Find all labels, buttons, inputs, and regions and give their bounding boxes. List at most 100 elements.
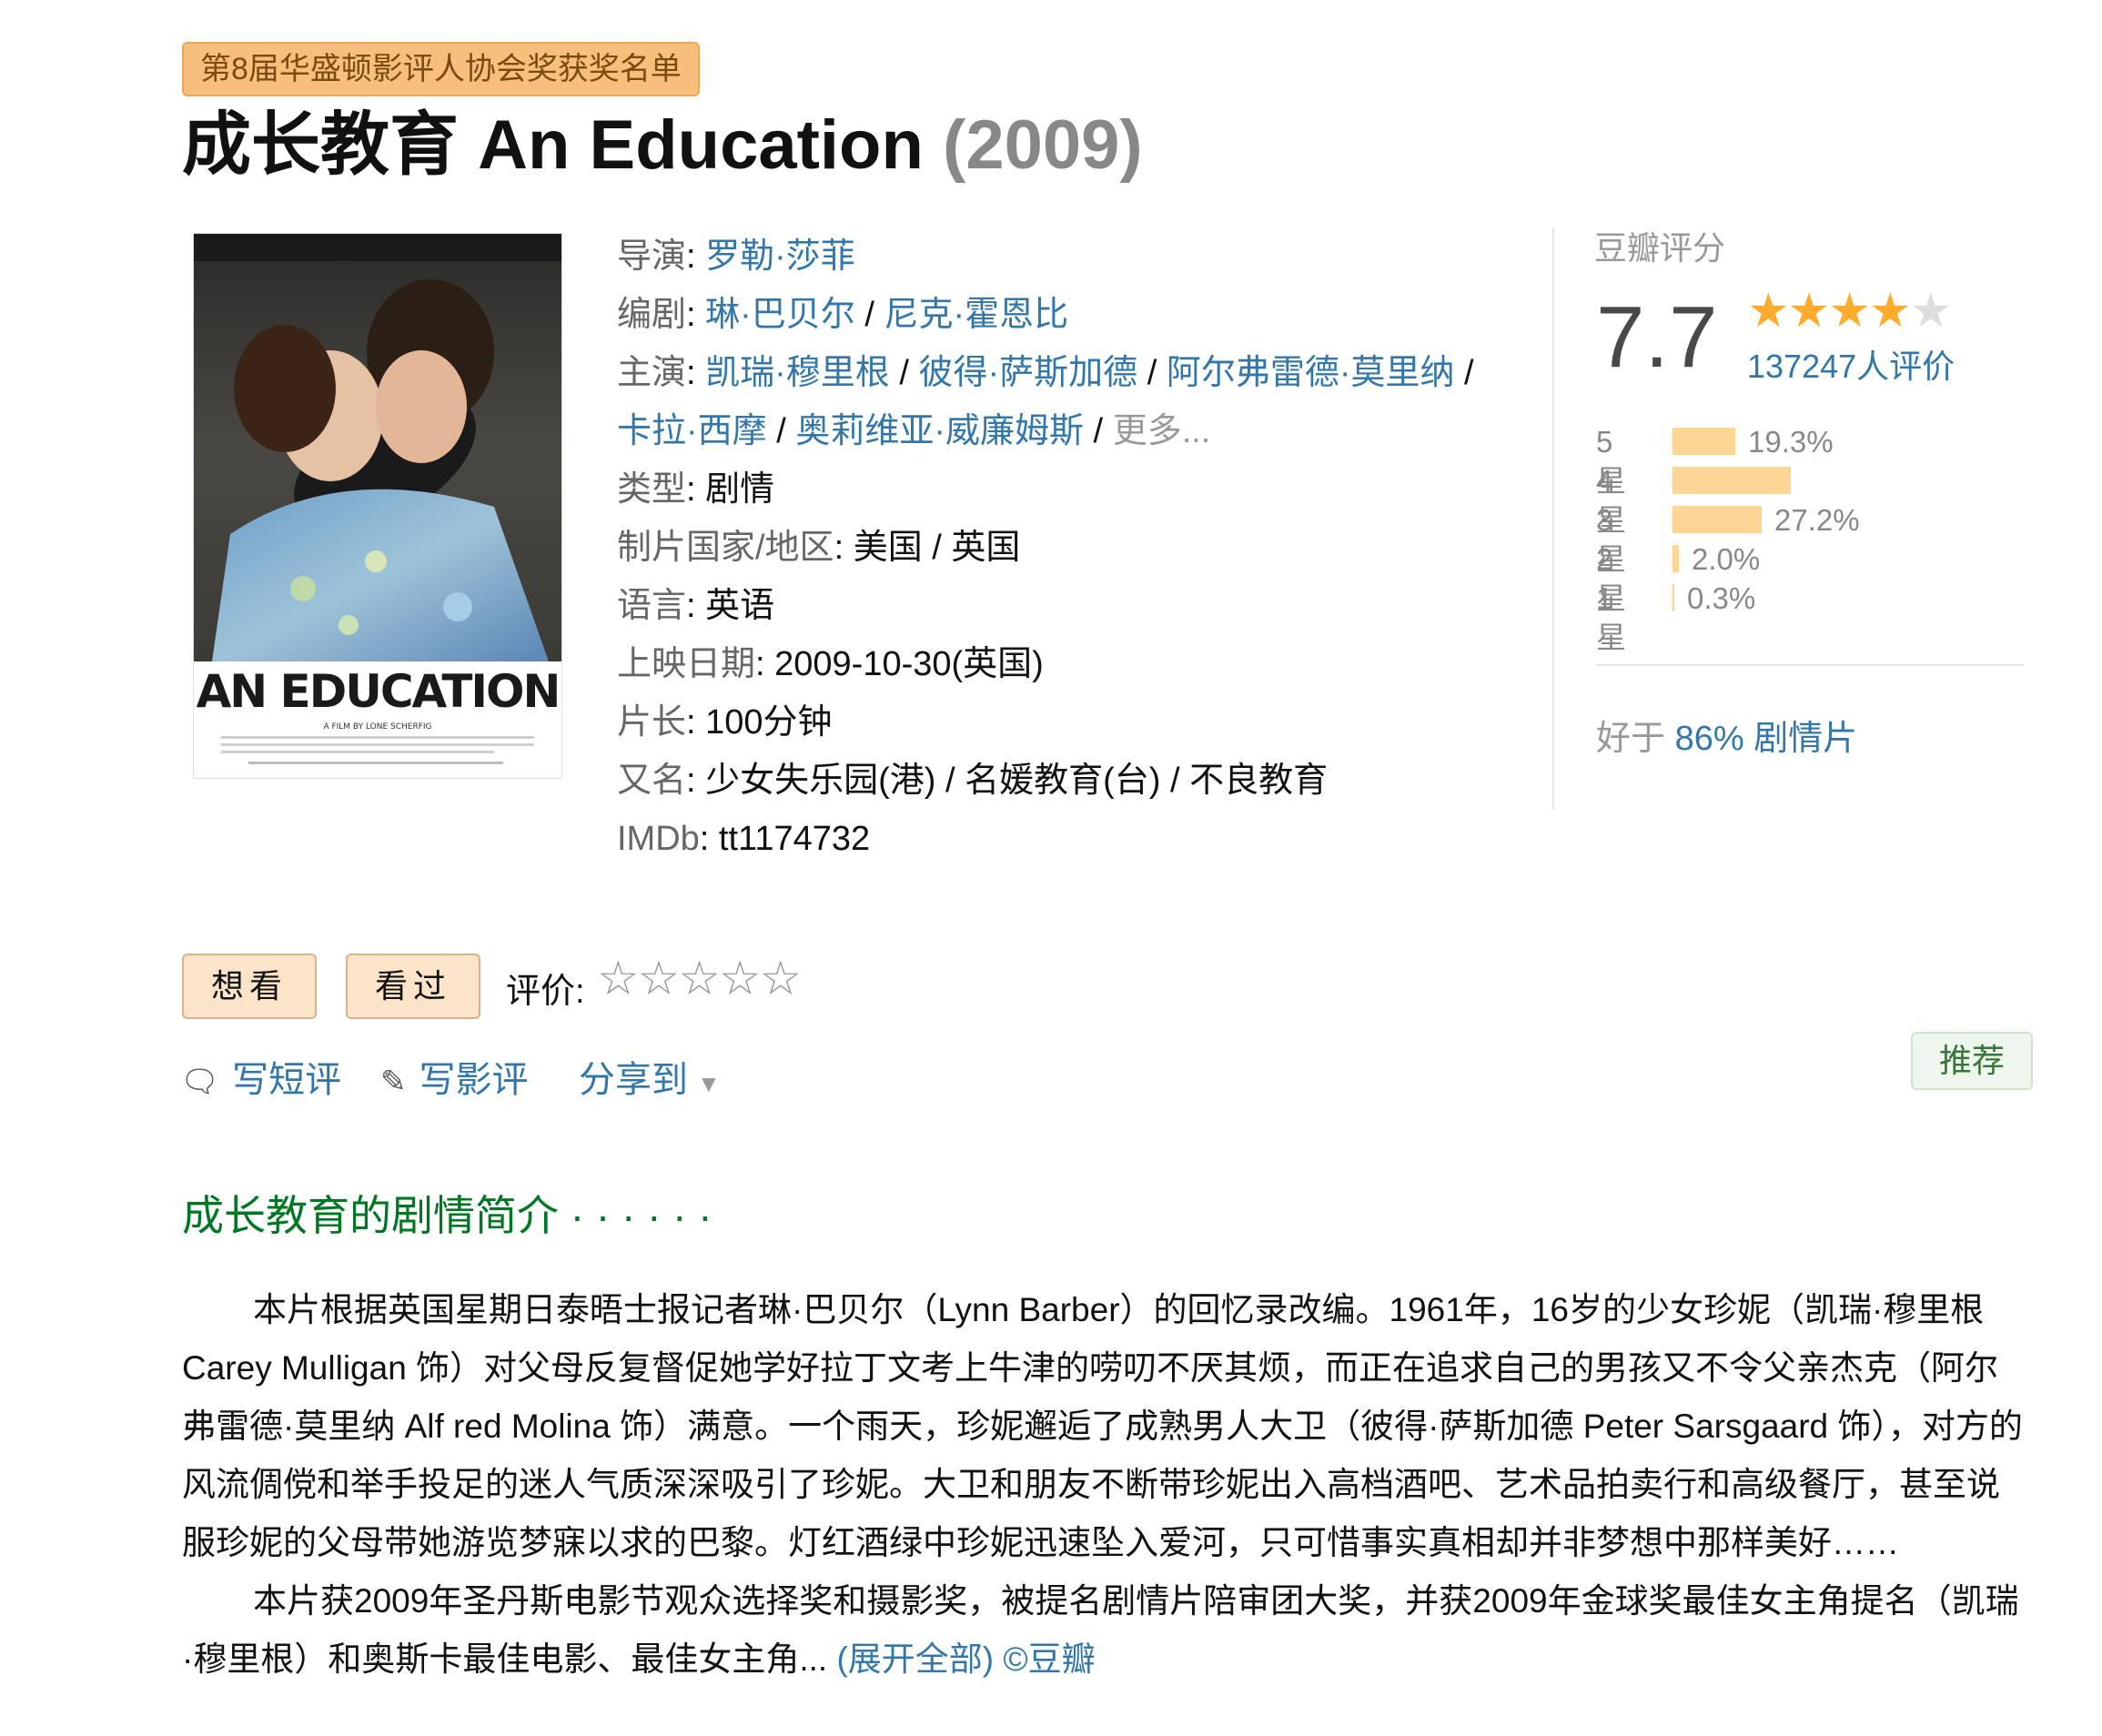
rate-stars-input[interactable]: ☆☆☆☆☆ — [597, 952, 802, 1006]
country-value: 美国 / 英国 — [853, 529, 1021, 567]
better-prefix: 好于 — [1596, 720, 1666, 758]
watched-button[interactable]: 看过 — [346, 954, 480, 1019]
rating-panel: 豆瓣评分 7.7 ★★★★★ 137247人评价 5星 19.3% 4星 3星 27.2… — [1552, 227, 2067, 810]
cast-link[interactable]: 卡拉·西摩 — [617, 412, 767, 450]
cast-row-continued: 卡拉·西摩 / 奥莉维亚·威廉姆斯 / 更多... — [617, 402, 1527, 460]
separator: / — [1454, 354, 1474, 392]
summary-paragraph: 本片根据英国星期日泰晤士报记者琳·巴贝尔（Lynn Barber）的回忆录改编。… — [182, 1291, 2023, 1561]
director-link[interactable]: 罗勒·莎菲 — [705, 237, 855, 276]
source-link[interactable]: ©豆瓣 — [1003, 1640, 1095, 1678]
cast-row: 主演: 凯瑞·穆里根 / 彼得·萨斯加德 / 阿尔弗雷德·莫里纳 / — [617, 344, 1527, 402]
separator: / — [1084, 412, 1113, 450]
rating-percent: 27.2% — [1774, 503, 1860, 537]
genre-row: 类型: 剧情 — [617, 460, 1527, 519]
rating-bar — [1673, 467, 1791, 494]
write-short-label: 写短评 — [232, 1060, 342, 1100]
rating-label: 豆瓣评分 — [1594, 229, 1726, 267]
rating-percent: 2.0% — [1692, 542, 1761, 576]
colon: : — [686, 703, 706, 742]
release-label: 上映日期 — [617, 645, 756, 683]
title-en: An Education — [478, 106, 924, 184]
pencil-icon: ✎ — [380, 1065, 407, 1099]
rating-score: 7.7 — [1596, 288, 1718, 386]
imdb-label: IMDb — [617, 820, 700, 858]
writer-link[interactable]: 尼克·霍恩比 — [884, 296, 1068, 334]
share-label: 分享到 — [579, 1060, 688, 1100]
aka-row: 又名: 少女失乐园(港) / 名媛教育(台) / 不良教育 — [617, 752, 1527, 810]
separator: / — [889, 354, 919, 392]
divider — [1596, 664, 2024, 666]
star-filled-icon: ★ — [1868, 285, 1912, 338]
better-link[interactable]: 86% 剧情片 — [1675, 720, 1858, 758]
cast-label: 主演 — [617, 354, 687, 392]
country-row: 制片国家/地区: 美国 / 英国 — [617, 519, 1527, 577]
rating-stars: ★★★★★ — [1747, 284, 1952, 338]
rating-bar — [1673, 506, 1762, 533]
cast-link[interactable]: 彼得·萨斯加德 — [918, 354, 1137, 392]
runtime-row: 片长: 100分钟 — [617, 693, 1527, 752]
writer-link[interactable]: 琳·巴贝尔 — [705, 296, 855, 334]
language-value: 英语 — [705, 587, 775, 625]
want-to-watch-button[interactable]: 想看 — [182, 954, 317, 1019]
summary-heading: 成长教育的剧情简介 · · · · · · — [182, 1192, 712, 1239]
country-label: 制片国家/地区 — [617, 529, 834, 567]
separator: / — [766, 412, 796, 450]
cast-link[interactable]: 凯瑞·穆里根 — [705, 354, 890, 392]
poster-title-text: AN EDUCATION — [197, 665, 560, 718]
rating-votes-link[interactable]: 137247人评价 — [1747, 340, 1955, 388]
better-pct: 86% — [1674, 720, 1744, 758]
colon: : — [755, 645, 775, 683]
writer-row: 编剧: 琳·巴贝尔 / 尼克·霍恩比 — [617, 286, 1527, 344]
rating-percent: 19.3% — [1748, 425, 1834, 459]
aka-value: 少女失乐园(港) / 名媛教育(台) / 不良教育 — [705, 762, 1329, 800]
aka-label: 又名 — [617, 762, 687, 800]
title-cn: 成长教育 — [182, 106, 459, 184]
write-short-review-link[interactable]: 🗨 写短评 — [180, 1050, 341, 1103]
recommend-button[interactable]: 推荐 — [1911, 1032, 2033, 1090]
writer-label: 编剧 — [617, 296, 687, 334]
colon: : — [686, 237, 706, 276]
write-review-label: 写影评 — [419, 1060, 529, 1100]
colon: : — [834, 529, 854, 567]
award-badge[interactable]: 第8届华盛顿影评人协会奖获奖名单 — [182, 42, 700, 96]
star-filled-icon: ★ — [1828, 285, 1871, 338]
dropdown-arrow-icon: ▼ — [697, 1070, 721, 1097]
poster-image: AN EDUCATION A FILM BY LONE SCHERFIG — [194, 234, 561, 778]
rating-percent: 0.3% — [1687, 581, 1756, 615]
expand-all-link[interactable]: (展开全部) — [836, 1640, 994, 1678]
colon: : — [686, 470, 706, 509]
share-link[interactable]: 分享到 ▼ — [579, 1050, 721, 1103]
runtime-label: 片长 — [617, 703, 687, 742]
summary-paragraph-text: 本片获2009年圣丹斯电影节观众选择奖和摄影奖，被提名剧情片陪审团大奖，并获20… — [182, 1582, 2019, 1678]
language-label: 语言 — [617, 587, 687, 625]
release-row: 上映日期: 2009-10-30(英国) — [617, 635, 1527, 693]
comment-icon: 🗨 — [180, 1065, 220, 1099]
page-title: 成长教育 An Education (2009) — [182, 102, 1143, 189]
summary-paragraph-2: 本片获2009年圣丹斯电影节观众选择奖和摄影奖，被提名剧情片陪审团大奖，并获20… — [182, 1572, 2029, 1689]
better-genre: 剧情片 — [1753, 720, 1858, 758]
rating-bar — [1673, 584, 1674, 611]
star-filled-icon: ★ — [1787, 285, 1831, 338]
rate-label: 评价: — [506, 973, 585, 1011]
title-year: (2009) — [943, 106, 1143, 184]
write-review-link[interactable]: ✎ 写影评 — [380, 1050, 529, 1103]
star-level-label: 1星 — [1596, 581, 1626, 654]
movie-poster[interactable]: AN EDUCATION A FILM BY LONE SCHERFIG — [193, 233, 562, 779]
director-row: 导演: 罗勒·莎菲 — [617, 227, 1527, 286]
colon: : — [686, 296, 706, 334]
imdb-value: tt1174732 — [718, 820, 871, 858]
movie-info: 导演: 罗勒·莎菲 编剧: 琳·巴贝尔 / 尼克·霍恩比 主演: 凯瑞·穆里根 … — [617, 227, 1527, 868]
star-filled-icon: ★ — [1747, 285, 1790, 338]
cast-link[interactable]: 阿尔弗雷德·莫里纳 — [1167, 354, 1455, 392]
colon: : — [686, 762, 706, 800]
cast-link[interactable]: 奥莉维亚·威廉姆斯 — [795, 412, 1084, 450]
language-row: 语言: 英语 — [617, 577, 1527, 635]
imdb-row: IMDb: tt1174732 — [617, 810, 1527, 868]
runtime-value: 100分钟 — [705, 703, 833, 742]
colon: : — [686, 354, 706, 392]
poster-credit-text: A FILM BY LONE SCHERFIG — [323, 722, 431, 732]
more-cast-link[interactable]: 更多... — [1113, 412, 1211, 450]
summary-text: 本片根据英国星期日泰晤士报记者琳·巴贝尔（Lynn Barber）的回忆录改编。… — [182, 1281, 2029, 1689]
colon: : — [699, 820, 719, 858]
separator: / — [854, 296, 884, 334]
